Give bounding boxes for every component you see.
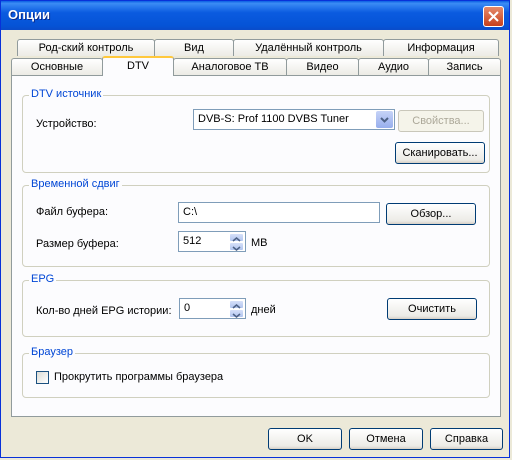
tab-record[interactable]: Запись [428, 58, 501, 75]
buffer-size-stepper[interactable]: 512 [178, 231, 246, 252]
window-title: Опции [8, 7, 50, 22]
spin-buttons [229, 232, 244, 251]
epg-days-unit: дней [251, 304, 276, 316]
buffer-file-value: C:\ [183, 206, 198, 218]
group-title: Браузер [29, 346, 75, 358]
browse-button[interactable]: Обзор... [386, 203, 476, 225]
buffer-file-input[interactable]: C:\ [178, 202, 380, 223]
device-select[interactable]: DVB-S: Prof 1100 DVBS Tuner [193, 109, 395, 130]
help-button[interactable]: Справка [430, 428, 503, 450]
tab-information[interactable]: Информация [383, 39, 499, 56]
title-bar[interactable]: Опции [1, 1, 509, 30]
scroll-programs-checkbox[interactable] [36, 371, 49, 384]
browser-group: Браузер Прокрутить программы браузера [22, 346, 490, 398]
tab-view[interactable]: Вид [154, 39, 234, 56]
spin-down-button[interactable] [229, 242, 244, 251]
device-label: Устройство: [36, 118, 97, 130]
ok-button[interactable]: OK [268, 428, 342, 450]
cancel-button[interactable]: Отмена [349, 428, 423, 450]
scroll-programs-label[interactable]: Прокрутить программы браузера [54, 371, 223, 383]
tab-video[interactable]: Видео [286, 58, 359, 75]
epg-days-stepper[interactable]: 0 [179, 298, 246, 319]
buffer-size-value: 512 [183, 235, 202, 247]
close-button[interactable] [483, 6, 504, 27]
spin-down-button[interactable] [229, 309, 244, 318]
tab-audio[interactable]: Аудио [358, 58, 429, 75]
timeshift-group: Временной сдвиг Файл буфера: C:\ Обзор..… [22, 178, 490, 267]
group-title: EPG [29, 273, 57, 285]
spin-up-button[interactable] [229, 233, 244, 242]
tab-dtv[interactable]: DTV [102, 56, 174, 76]
epg-days-label: Кол-во дней EPG истории: [36, 305, 172, 317]
properties-button[interactable]: Свойства... [398, 110, 484, 132]
tab-general[interactable]: Основные [11, 58, 103, 75]
spin-up-button[interactable] [229, 300, 244, 309]
chevron-down-icon[interactable] [376, 111, 393, 128]
dtv-source-group: DTV источник Устройство: DVB-S: Prof 110… [22, 88, 490, 173]
close-icon [488, 11, 499, 22]
options-dialog: Опции Род-ский контроль Вид Удалённый ко… [0, 0, 510, 458]
epg-days-value: 0 [184, 302, 191, 314]
buffer-file-label: Файл буфера: [36, 206, 108, 218]
tab-remote-control[interactable]: Удалённый контроль [233, 39, 384, 56]
group-title: DTV источник [29, 88, 104, 100]
group-title: Временной сдвиг [29, 178, 122, 190]
clear-button[interactable]: Очистить [387, 298, 477, 320]
spin-buttons [229, 299, 244, 318]
buffer-size-label: Размер буфера: [36, 238, 119, 250]
epg-group: EPG Кол-во дней EPG истории: 0 дней Очис… [22, 273, 490, 337]
tab-parental-control[interactable]: Род-ский контроль [17, 39, 155, 56]
tab-analog-tv[interactable]: Аналоговое ТВ [173, 58, 287, 75]
device-select-value: DVB-S: Prof 1100 DVBS Tuner [198, 113, 349, 125]
scan-button[interactable]: Сканировать... [395, 142, 485, 164]
buffer-size-unit: MB [251, 237, 268, 249]
tab-panel: DTV источник Устройство: DVB-S: Prof 110… [11, 75, 501, 417]
